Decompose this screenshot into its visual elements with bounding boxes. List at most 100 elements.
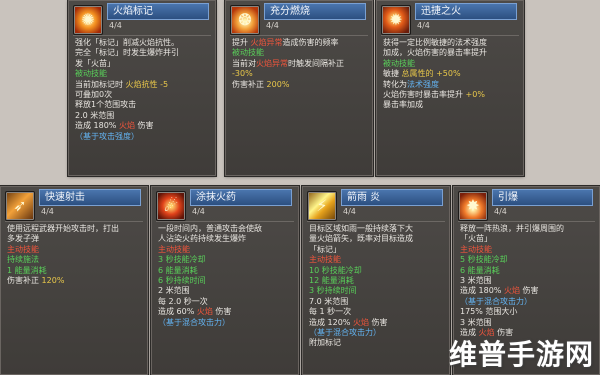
swift-fire-icon: ✹ — [381, 5, 411, 35]
text-segment: 伤害 — [134, 121, 154, 131]
description-line: 造成 180% 火焰 伤害 — [75, 121, 211, 131]
text-segment: 12 能量消耗 — [309, 276, 354, 286]
divider — [307, 221, 445, 222]
text-segment: 伤害补正 — [232, 79, 267, 89]
description-line: 12 能量消耗 — [309, 276, 445, 286]
text-segment: 伤害补正 — [7, 276, 42, 286]
text-segment: 每 1 秒一次 — [309, 307, 352, 317]
description-line: 当前加标记时 火焰抗性 -5 — [75, 80, 211, 90]
description-line: 造成 180% 火焰 伤害 — [460, 286, 595, 296]
text-segment: 200% — [266, 79, 290, 89]
text-segment: 完全「标记」时发生爆炸并引 — [75, 48, 179, 58]
text-segment: 造成 60% — [158, 307, 197, 317]
text-segment: 造成伤害的频率 — [282, 38, 339, 47]
text-segment: 敏捷 — [383, 69, 402, 79]
skill-title: 引爆 — [492, 189, 593, 206]
description-line: （基于混合攻击力） — [158, 318, 294, 328]
text-segment: 1 能量消耗 — [7, 265, 47, 275]
description-line: 被动技能 — [75, 69, 211, 79]
description-line: （基于混合攻击力） — [460, 297, 595, 307]
text-segment: 6 能量消耗 — [158, 265, 198, 275]
description-line: 「火苗」 — [460, 234, 595, 244]
text-segment: 10 秒技能冷却 — [309, 265, 362, 275]
text-segment: 当前对 — [232, 58, 256, 68]
description-line: 发「火苗」 — [75, 59, 211, 69]
text-segment: -30% — [232, 69, 253, 79]
skill-card: ☄ 涂抹火药 4/4 一段时间内，普通攻击会使敌 人沾染火药持续发生爆炸 主动技能 3… — [151, 186, 299, 375]
description-line: （基于攻击强度） — [75, 132, 211, 142]
description-line: 量火焰箭矢，既率对目标造成 — [309, 234, 445, 244]
skill-description: 获得一定比例敏捷的法术强度 加成，火焰伤害的暴击率提升 被动技能 敏捷 总属性的 +5… — [383, 38, 519, 111]
description-line: 一段时间内，普通攻击会使敌 — [158, 224, 294, 234]
text-segment: 附加标记 — [309, 338, 341, 348]
divider — [156, 221, 294, 222]
description-line: 主动技能 — [309, 255, 445, 265]
description-line: 7.0 米范围 — [309, 297, 445, 307]
text-segment: 法术强度 — [407, 79, 439, 89]
text-segment: 提升 — [232, 38, 251, 47]
divider — [458, 221, 595, 222]
text-segment: 人沾染火药持续发生爆炸 — [158, 234, 246, 244]
description-line: 「标记」 — [309, 245, 445, 255]
skill-description: 释放一阵热浪，并引爆周围的 「火苗」 主动技能 5 秒技能冷却 6 能量消耗 3 米范围造… — [460, 224, 595, 338]
description-line: 3 米范围 — [460, 276, 595, 286]
description-line: 2.0 米范围 — [75, 111, 211, 121]
skill-title: 涂抹火药 — [190, 189, 292, 206]
text-segment: 发「火苗」 — [75, 58, 115, 68]
text-segment: 「标记」 — [309, 244, 341, 254]
description-line: 加成，火焰伤害的暴击率提升 — [383, 48, 519, 58]
description-line: （基于混合攻击力） — [309, 328, 445, 338]
description-line: 175% 范围大小 — [460, 307, 595, 317]
description-line: 主动技能 — [158, 245, 294, 255]
description-line: 伤害补正 120% — [7, 276, 143, 286]
text-segment: 持续施法 — [7, 255, 39, 265]
text-segment: 总属性的 +50% — [401, 69, 461, 79]
text-segment: 「火苗」 — [460, 234, 492, 244]
text-segment: 2 米范围 — [158, 286, 190, 296]
description-line: 3 秒持续时间 — [309, 286, 445, 296]
text-segment: 获得一定比例敏捷的法术强度 — [383, 38, 487, 47]
arrow-rain-icon: ⚡ — [307, 191, 337, 221]
skill-level: 4/4 — [417, 21, 430, 30]
description-line: 主动技能 — [460, 245, 595, 255]
description-line: 持续施法 — [7, 255, 143, 265]
description-line: 每 2.0 秒一次 — [158, 297, 294, 307]
description-line: 强化「标记」削减火焰抗性。 — [75, 38, 211, 48]
text-segment: 6 秒持续时间 — [158, 276, 206, 286]
description-line: 造成 120% 火焰 伤害 — [309, 318, 445, 328]
description-line: 被动技能 — [383, 59, 519, 69]
skill-level: 4/4 — [494, 207, 507, 216]
text-segment: 释放一阵热浪，并引爆周围的 — [460, 224, 564, 233]
skill-title: 迅捷之火 — [415, 3, 517, 20]
description-line: 1 能量消耗 — [7, 266, 143, 276]
text-segment: 3 米范围 — [460, 276, 492, 286]
gunpowder-icon: ☄ — [156, 191, 186, 221]
skill-description: 强化「标记」削减火焰抗性。 完全「标记」时发生爆炸并引 发「火苗」 被动技能 当前加标记… — [75, 38, 211, 142]
skill-level: 4/4 — [41, 207, 54, 216]
description-line: 3 米范围 — [460, 318, 595, 328]
fire-mark-icon: ✺ — [73, 5, 103, 35]
text-segment: 3 秒技能冷却 — [158, 255, 206, 265]
text-segment: 转化为 — [383, 79, 407, 89]
text-segment: 强化「标记」削减火焰抗性。 — [75, 38, 179, 47]
text-segment: 175% 范围大小 — [460, 307, 518, 317]
skill-title: 快速射击 — [39, 189, 141, 206]
text-segment: 被动技能 — [232, 48, 264, 58]
description-line: 使用远程武器开始攻击时，打出 — [7, 224, 143, 234]
description-line: 暴击率加成 — [383, 100, 519, 110]
text-segment: 火焰 — [196, 307, 213, 317]
text-segment: 目标区域如雨一般持续落下大 — [309, 224, 413, 233]
rapid-shot-icon: ➶ — [5, 191, 35, 221]
text-segment: 主动技能 — [7, 244, 39, 254]
text-segment: 3 秒持续时间 — [309, 286, 357, 296]
description-line: 目标区域如雨一般持续落下大 — [309, 224, 445, 234]
description-line: 10 秒技能冷却 — [309, 266, 445, 276]
text-segment: 加成，火焰伤害的暴击率提升 — [383, 48, 487, 58]
description-line: 当前对火焰异常时触发间隔补正 — [232, 59, 368, 69]
description-line: 每 1 秒一次 — [309, 307, 445, 317]
description-line: -30% — [232, 69, 368, 79]
text-segment: （基于攻击强度） — [75, 131, 139, 141]
skill-title: 充分燃烧 — [264, 3, 366, 20]
text-segment: 多发子弹 — [7, 234, 39, 244]
text-segment: （基于混合攻击力） — [158, 317, 230, 327]
